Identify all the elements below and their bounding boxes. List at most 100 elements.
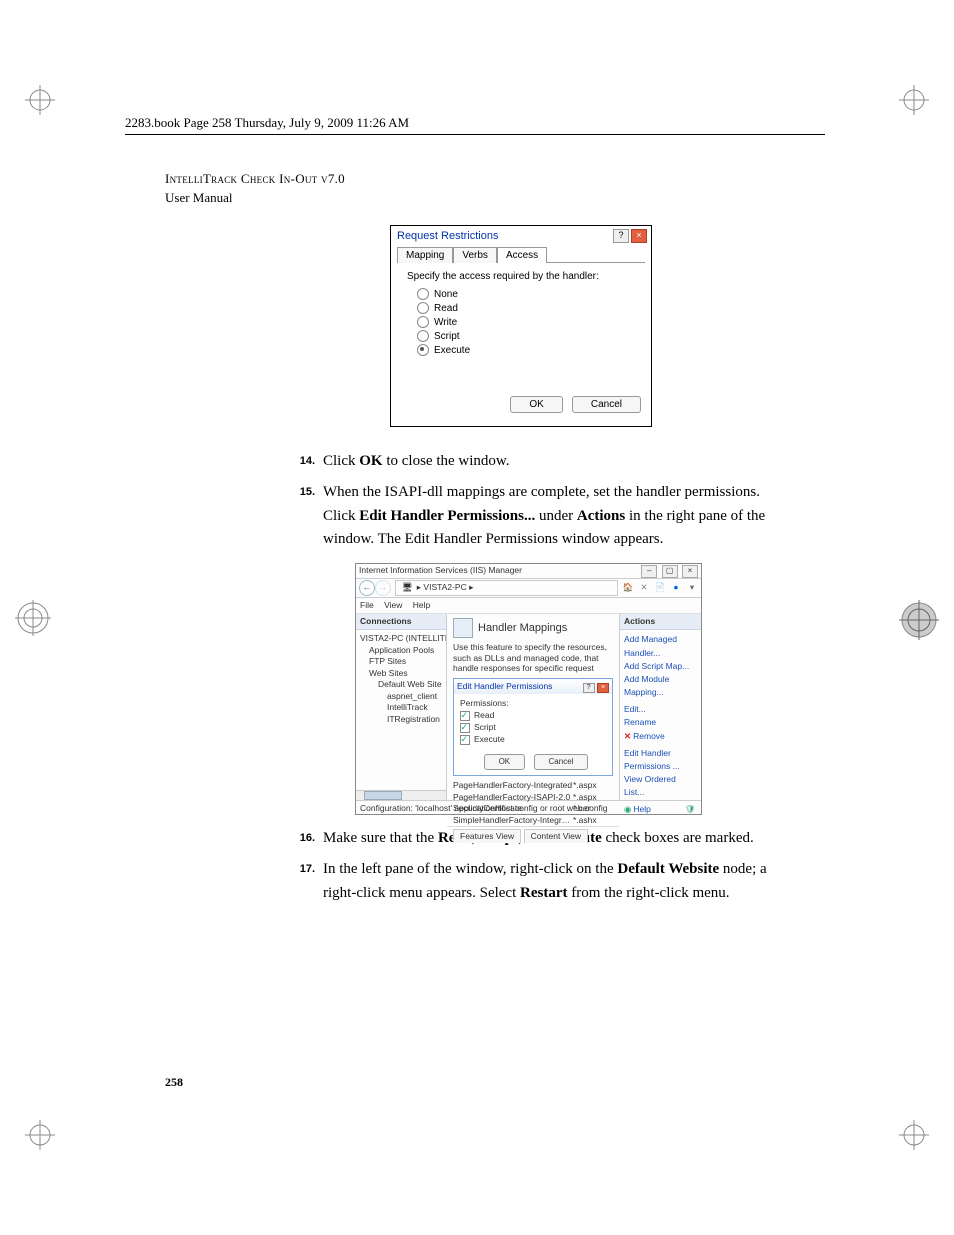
- dialog-title: Edit Handler Permissions: [457, 680, 552, 693]
- step-14-text: Click OK to close the window.: [323, 450, 780, 473]
- help-icon[interactable]: ?: [613, 229, 629, 243]
- main-title: Handler Mappings: [478, 620, 567, 637]
- opt-write: Write: [434, 317, 457, 328]
- remove-icon: ✕: [624, 731, 631, 741]
- tab-features-view[interactable]: Features View: [453, 829, 521, 843]
- menu-help[interactable]: Help: [413, 600, 430, 610]
- cancel-button[interactable]: Cancel: [534, 754, 589, 770]
- dropdown-icon[interactable]: ▾: [686, 582, 698, 594]
- back-button[interactable]: ←: [359, 580, 375, 596]
- minimize-icon[interactable]: –: [641, 565, 657, 578]
- table-row: SimpleHandlerFactory-Integra...*.ashx: [453, 815, 613, 826]
- checkbox-script[interactable]: [460, 723, 470, 733]
- forward-button[interactable]: →: [375, 580, 391, 596]
- step-number: 15.: [285, 481, 323, 551]
- page-number: 258: [165, 1075, 183, 1090]
- tree-app-pools[interactable]: Application Pools: [369, 645, 444, 656]
- opt-execute: Execute: [474, 734, 505, 744]
- action-rename[interactable]: Rename: [624, 716, 697, 729]
- status-icon: 🛡: [685, 803, 697, 815]
- breadcrumb[interactable]: 🖥▸ VISTA2-PC ▸: [395, 580, 618, 596]
- crop-mark-icon: [899, 1120, 929, 1150]
- checkbox-execute[interactable]: [460, 735, 470, 745]
- manual-title: IntelliTrack Check In-Out v7.0: [165, 171, 345, 186]
- checkbox-read[interactable]: [460, 711, 470, 721]
- opt-read: Read: [474, 710, 494, 720]
- tree-itreg[interactable]: ITRegistration: [387, 714, 444, 725]
- menu-file[interactable]: File: [360, 600, 374, 610]
- tree-default-web[interactable]: Default Web Site: [378, 679, 444, 690]
- home-icon[interactable]: 🏠: [622, 582, 634, 594]
- tab-verbs[interactable]: Verbs: [453, 247, 497, 263]
- tab-mapping[interactable]: Mapping: [397, 247, 453, 263]
- request-restrictions-dialog: Request Restrictions ? × Mapping Verbs A…: [390, 225, 652, 427]
- tab-access[interactable]: Access: [497, 247, 547, 263]
- radio-script[interactable]: [417, 330, 429, 342]
- tab-content-view[interactable]: Content View: [524, 829, 588, 843]
- action-add-script-map[interactable]: Add Script Map...: [624, 660, 697, 673]
- opt-execute: Execute: [434, 345, 470, 356]
- step-15-text: When the ISAPI-dll mappings are complete…: [323, 481, 780, 551]
- handler-mappings-icon: [453, 618, 473, 638]
- window-title: Internet Information Services (IIS) Mana…: [359, 564, 522, 577]
- edit-handler-permissions-dialog: Edit Handler Permissions ? × Permissions…: [453, 678, 613, 776]
- refresh-icon[interactable]: ✕: [638, 582, 650, 594]
- help-icon[interactable]: ●: [670, 582, 682, 594]
- step-number: 17.: [285, 858, 323, 905]
- menu-view[interactable]: View: [384, 600, 402, 610]
- help-icon[interactable]: ?: [583, 683, 595, 693]
- handler-list[interactable]: PageHandlerFactory-Integrated*.aspx Page…: [447, 776, 619, 826]
- sites-icon[interactable]: 📄: [654, 582, 666, 594]
- action-edit[interactable]: Edit...: [624, 703, 697, 716]
- radio-write[interactable]: [417, 316, 429, 328]
- ok-button[interactable]: OK: [484, 754, 526, 770]
- action-help[interactable]: Help: [633, 804, 650, 814]
- close-icon[interactable]: ×: [597, 683, 609, 693]
- crop-mark-icon: [899, 85, 929, 115]
- action-add-managed-handler[interactable]: Add Managed Handler...: [624, 633, 697, 659]
- tree-aspnet[interactable]: aspnet_client: [387, 691, 444, 702]
- crop-mark-icon: [25, 85, 55, 115]
- dialog-title: Request Restrictions: [397, 230, 499, 242]
- target-icon: [899, 600, 939, 640]
- opt-read: Read: [434, 303, 458, 314]
- tree-server[interactable]: VISTA2-PC (INTELLITRACKIN: [360, 633, 444, 644]
- opt-none: None: [434, 289, 458, 300]
- scrollbar[interactable]: [356, 790, 446, 800]
- tree-ftp-sites[interactable]: FTP Sites: [369, 656, 444, 667]
- radio-none[interactable]: [417, 288, 429, 300]
- main-description: Use this feature to specify the resource…: [447, 642, 619, 678]
- action-remove[interactable]: Remove: [633, 731, 665, 741]
- radio-execute[interactable]: [417, 344, 429, 356]
- access-prompt: Specify the access required by the handl…: [407, 271, 635, 282]
- step-number: 14.: [285, 450, 323, 473]
- menu-bar: File View Help: [356, 598, 701, 614]
- cancel-button[interactable]: Cancel: [572, 396, 641, 413]
- target-icon: [15, 600, 51, 636]
- crop-mark-icon: [25, 1120, 55, 1150]
- connections-tree[interactable]: VISTA2-PC (INTELLITRACKIN Application Po…: [356, 630, 446, 790]
- connections-header: Connections: [356, 614, 446, 630]
- step-17-text: In the left pane of the window, right-cl…: [323, 858, 780, 905]
- tree-web-sites[interactable]: Web Sites: [369, 668, 444, 679]
- permissions-label: Permissions:: [460, 698, 606, 710]
- tree-intellitrack[interactable]: IntelliTrack: [387, 702, 444, 713]
- status-text: Configuration: 'localhost' applicationHo…: [360, 802, 608, 815]
- ok-button[interactable]: OK: [510, 396, 562, 413]
- opt-script: Script: [474, 722, 496, 732]
- page-header: IntelliTrack Check In-Out v7.0 User Manu…: [165, 170, 345, 208]
- actions-header: Actions: [620, 614, 701, 630]
- book-footer-line: 2283.book Page 258 Thursday, July 9, 200…: [125, 115, 825, 135]
- server-icon: 🖥: [402, 581, 413, 594]
- step-number: 16.: [285, 827, 323, 850]
- opt-script: Script: [434, 331, 460, 342]
- action-add-module-mapping[interactable]: Add Module Mapping...: [624, 673, 697, 699]
- radio-read[interactable]: [417, 302, 429, 314]
- action-view-ordered-list[interactable]: View Ordered List...: [624, 773, 697, 799]
- close-icon[interactable]: ×: [631, 229, 647, 243]
- action-edit-handler-permissions[interactable]: Edit Handler Permissions ...: [624, 747, 697, 773]
- manual-subtitle: User Manual: [165, 190, 233, 205]
- close-icon[interactable]: ×: [682, 565, 698, 578]
- maximize-icon[interactable]: ▢: [662, 565, 678, 578]
- iis-manager-window: Internet Information Services (IIS) Mana…: [355, 563, 702, 815]
